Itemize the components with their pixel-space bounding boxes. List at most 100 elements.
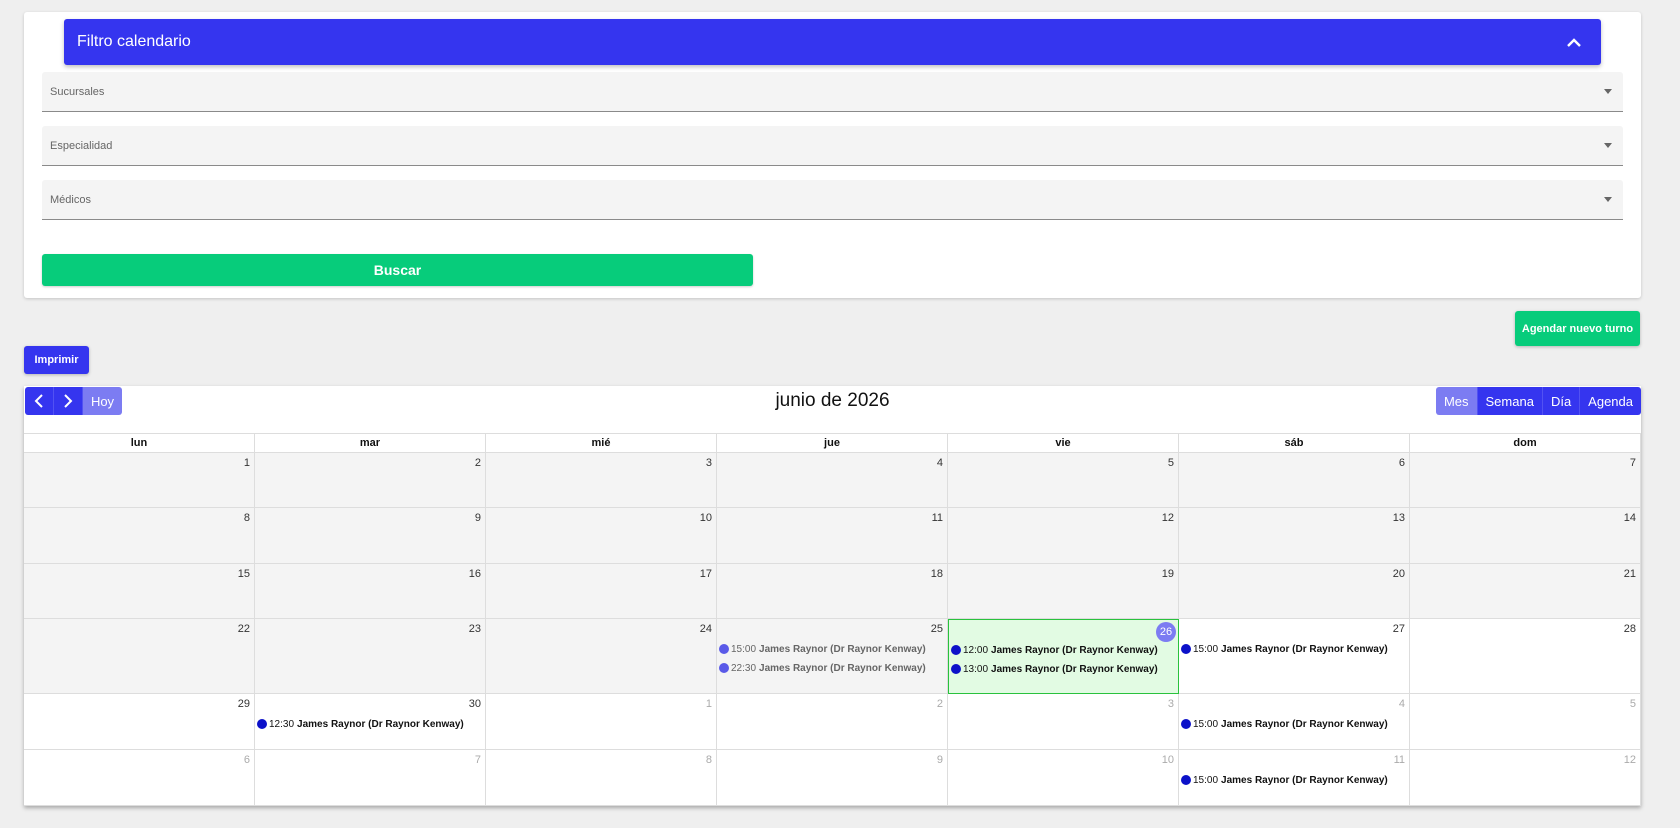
day-cell[interactable]: 11: [717, 508, 948, 564]
calendar-event[interactable]: 15:00 James Raynor (Dr Raynor Kenway): [1181, 716, 1407, 732]
day-cell[interactable]: 6: [24, 750, 255, 806]
view-month-button[interactable]: Mes: [1435, 387, 1477, 415]
day-number[interactable]: 11: [1394, 754, 1405, 766]
day-number[interactable]: 26: [1156, 622, 1176, 642]
day-cell[interactable]: 2: [255, 453, 486, 508]
day-cell[interactable]: 7: [255, 750, 486, 806]
day-number[interactable]: 7: [1630, 457, 1636, 469]
day-number[interactable]: 1: [706, 698, 712, 710]
view-agenda-button[interactable]: Agenda: [1579, 387, 1641, 415]
day-cell[interactable]: 7: [1410, 453, 1641, 508]
day-number[interactable]: 10: [1162, 754, 1174, 766]
day-number[interactable]: 28: [1624, 623, 1636, 635]
day-cell[interactable]: 4 15:00 James Raynor (Dr Raynor Kenway): [1179, 694, 1410, 750]
day-number[interactable]: 29: [238, 698, 250, 710]
day-cell[interactable]: 18: [717, 564, 948, 619]
day-number[interactable]: 3: [1168, 698, 1174, 710]
chevron-up-icon[interactable]: [1564, 32, 1584, 52]
day-cell[interactable]: 28: [1410, 619, 1641, 694]
day-number[interactable]: 12: [1624, 754, 1636, 766]
day-number[interactable]: 17: [700, 568, 712, 580]
day-cell[interactable]: 10: [486, 508, 717, 564]
day-number[interactable]: 6: [1399, 457, 1405, 469]
day-number[interactable]: 4: [937, 457, 943, 469]
day-number[interactable]: 1: [244, 457, 250, 469]
day-number[interactable]: 11: [932, 512, 943, 524]
medicos-select[interactable]: Médicos: [42, 180, 1623, 220]
day-number[interactable]: 15: [238, 568, 250, 580]
view-day-button[interactable]: Día: [1541, 387, 1580, 415]
day-number[interactable]: 2: [937, 698, 943, 710]
day-cell[interactable]: 12: [1410, 750, 1641, 806]
day-number[interactable]: 16: [469, 568, 481, 580]
day-cell[interactable]: 13: [1179, 508, 1410, 564]
day-cell[interactable]: 15: [24, 564, 255, 619]
day-number[interactable]: 25: [931, 623, 943, 635]
day-number[interactable]: 14: [1624, 512, 1636, 524]
day-number[interactable]: 5: [1168, 457, 1174, 469]
day-number[interactable]: 4: [1399, 698, 1405, 710]
day-cell[interactable]: 5: [948, 453, 1179, 508]
day-number[interactable]: 2: [475, 457, 481, 469]
calendar-event[interactable]: 13:00 James Raynor (Dr Raynor Kenway): [951, 661, 1176, 677]
day-number[interactable]: 24: [700, 623, 712, 635]
day-cell[interactable]: 10: [948, 750, 1179, 806]
day-cell[interactable]: 22: [24, 619, 255, 694]
day-number[interactable]: 3: [706, 457, 712, 469]
day-cell[interactable]: 16: [255, 564, 486, 619]
day-cell[interactable]: 25 15:00 James Raynor (Dr Raynor Kenway) 22…: [717, 619, 948, 694]
day-cell[interactable]: 6: [1179, 453, 1410, 508]
day-number[interactable]: 5: [1630, 698, 1636, 710]
day-cell[interactable]: 4: [717, 453, 948, 508]
day-cell[interactable]: 12: [948, 508, 1179, 564]
calendar-event[interactable]: 12:30 James Raynor (Dr Raynor Kenway): [257, 716, 483, 732]
day-number[interactable]: 9: [475, 512, 481, 524]
day-cell[interactable]: 8: [486, 750, 717, 806]
day-cell-today[interactable]: 26 12:00 James Raynor (Dr Raynor Kenway) 13…: [948, 619, 1179, 694]
filter-header[interactable]: Filtro calendario: [64, 19, 1601, 65]
day-number[interactable]: 6: [244, 754, 250, 766]
day-cell[interactable]: 9: [717, 750, 948, 806]
day-number[interactable]: 9: [937, 754, 943, 766]
day-cell[interactable]: 3: [948, 694, 1179, 750]
day-cell[interactable]: 19: [948, 564, 1179, 619]
day-cell[interactable]: 8: [24, 508, 255, 564]
day-cell[interactable]: 30 12:30 James Raynor (Dr Raynor Kenway): [255, 694, 486, 750]
new-appointment-button[interactable]: Agendar nuevo turno: [1515, 311, 1640, 346]
calendar-event[interactable]: 15:00 James Raynor (Dr Raynor Kenway): [719, 641, 945, 657]
day-number[interactable]: 10: [700, 512, 712, 524]
day-cell[interactable]: 1: [486, 694, 717, 750]
day-cell[interactable]: 29: [24, 694, 255, 750]
day-number[interactable]: 12: [1162, 512, 1174, 524]
day-cell[interactable]: 17: [486, 564, 717, 619]
day-number[interactable]: 22: [238, 623, 250, 635]
day-number[interactable]: 7: [475, 754, 481, 766]
print-button[interactable]: Imprimir: [24, 346, 89, 374]
day-number[interactable]: 13: [1393, 512, 1405, 524]
day-number[interactable]: 8: [706, 754, 712, 766]
view-week-button[interactable]: Semana: [1476, 387, 1542, 415]
day-number[interactable]: 27: [1393, 623, 1405, 635]
day-cell[interactable]: 20: [1179, 564, 1410, 619]
day-cell[interactable]: 14: [1410, 508, 1641, 564]
search-button[interactable]: Buscar: [42, 254, 753, 286]
sucursales-select[interactable]: Sucursales: [42, 72, 1623, 112]
day-cell[interactable]: 2: [717, 694, 948, 750]
calendar-event[interactable]: 15:00 James Raynor (Dr Raynor Kenway): [1181, 641, 1407, 657]
day-cell[interactable]: 3: [486, 453, 717, 508]
day-number[interactable]: 19: [1162, 568, 1174, 580]
day-number[interactable]: 21: [1624, 568, 1636, 580]
calendar-event[interactable]: 12:00 James Raynor (Dr Raynor Kenway): [951, 642, 1176, 658]
calendar-event[interactable]: 15:00 James Raynor (Dr Raynor Kenway): [1181, 772, 1407, 788]
day-cell[interactable]: 23: [255, 619, 486, 694]
day-cell[interactable]: 24: [486, 619, 717, 694]
day-number[interactable]: 18: [931, 568, 943, 580]
day-number[interactable]: 8: [244, 512, 250, 524]
day-cell[interactable]: 9: [255, 508, 486, 564]
day-cell[interactable]: 21: [1410, 564, 1641, 619]
day-cell[interactable]: 11 15:00 James Raynor (Dr Raynor Kenway): [1179, 750, 1410, 806]
calendar-event[interactable]: 22:30 James Raynor (Dr Raynor Kenway): [719, 660, 945, 676]
day-number[interactable]: 23: [469, 623, 481, 635]
day-number[interactable]: 30: [469, 698, 481, 710]
day-cell[interactable]: 27 15:00 James Raynor (Dr Raynor Kenway): [1179, 619, 1410, 694]
